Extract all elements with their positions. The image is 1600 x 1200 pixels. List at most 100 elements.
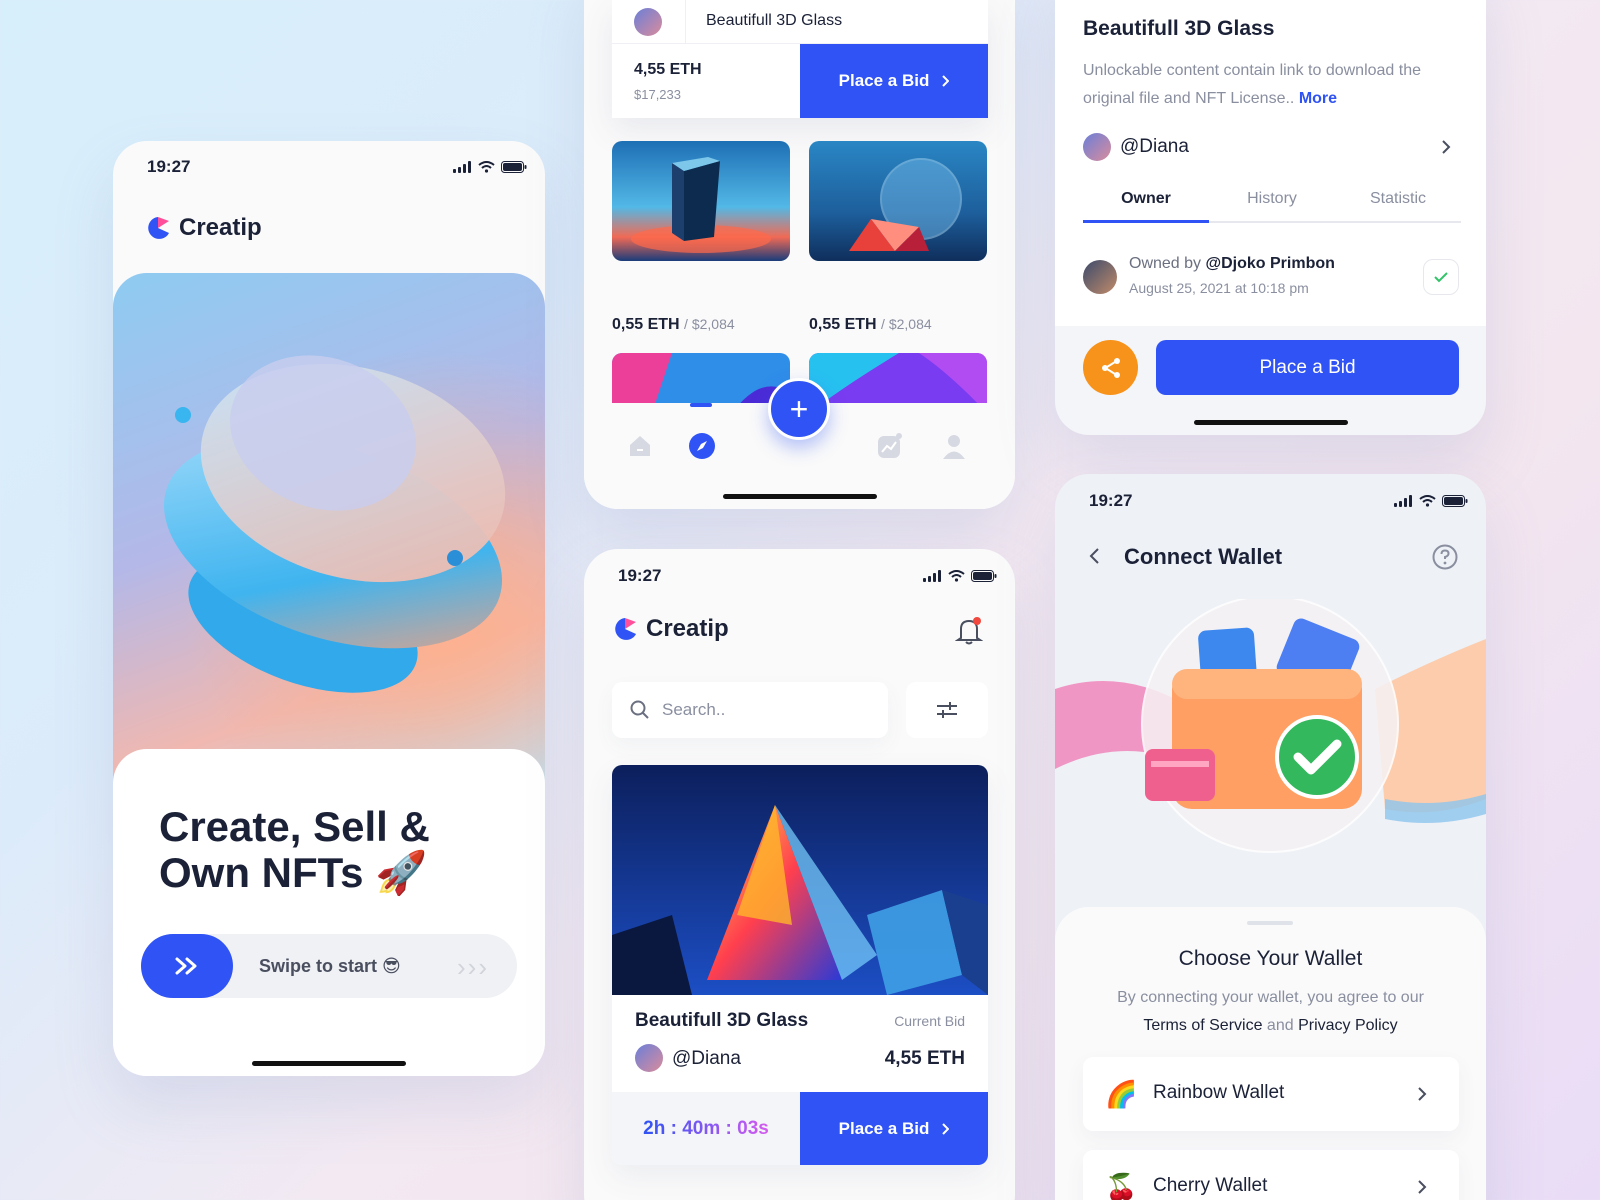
featured-current-bid: 4,55 ETH	[884, 1048, 965, 1069]
brand-logo-icon	[615, 618, 636, 640]
terms-of-service-link[interactable]: Terms of Service	[1143, 1017, 1262, 1034]
countdown-timer: 2h : 40m : 03s	[612, 1092, 800, 1165]
status-time: 19:27	[1089, 491, 1133, 510]
hero-illustration	[113, 273, 545, 783]
sheet-handle[interactable]	[1247, 921, 1293, 925]
detail-description: Unlockable content contain link to downl…	[1083, 62, 1421, 107]
home-screen: 19:27 Creatip Search.. Beautifull 3D Gla…	[584, 549, 1015, 1200]
compass-icon[interactable]	[688, 432, 716, 460]
page-title: Connect Wallet	[1124, 544, 1283, 569]
home-indicator	[252, 1061, 406, 1066]
back-chevron-icon[interactable]	[1088, 546, 1102, 566]
sheet-title: Choose Your Wallet	[1178, 947, 1363, 970]
wallet-name: Cherry Wallet	[1153, 1175, 1268, 1196]
choose-wallet-sheet: Choose Your Wallet By connecting your wa…	[1055, 907, 1486, 1200]
tile-price-1: 0,55 ETH / $2,084	[612, 316, 735, 333]
verified-check	[1423, 259, 1459, 295]
avatar	[635, 1044, 663, 1072]
status-bar: 19:27	[1055, 474, 1486, 534]
add-button[interactable]: +	[768, 378, 830, 440]
swipe-label: Swipe to start 😎	[259, 956, 401, 976]
brand-logo-icon	[148, 217, 169, 239]
featured-creator: @Diana	[672, 1048, 741, 1069]
filter-button[interactable]	[906, 682, 988, 738]
headline: Create, Sell & Own NFTs 🚀	[159, 803, 430, 896]
search-input[interactable]: Search..	[612, 682, 888, 738]
cherry-icon: 🍒	[1105, 1172, 1138, 1200]
sliders-icon	[937, 702, 957, 718]
signal-icon	[453, 161, 471, 173]
glass-discs-image	[163, 355, 506, 693]
detail-title: Beautifull 3D Glass	[1083, 17, 1275, 40]
tab-statistic[interactable]: Statistic	[1335, 190, 1461, 223]
swipe-to-start-slider[interactable]: Swipe to start 😎 ›››	[141, 934, 517, 998]
swipe-knob[interactable]	[141, 934, 233, 998]
chevron-right-icon	[942, 1122, 950, 1135]
owner-date: August 25, 2021 at 10:18 pm	[1129, 280, 1309, 296]
nft-tile-prism[interactable]	[612, 141, 790, 261]
status-bar: 19:27	[584, 549, 1015, 609]
place-bid-button[interactable]: Place a Bid	[800, 44, 988, 118]
search-icon	[630, 700, 649, 719]
brand: Creatip	[612, 615, 729, 643]
swipe-arrows-icon: ›››	[457, 952, 489, 982]
featured-nft-card[interactable]: Beautifull 3D Glass Current Bid @Diana 4…	[612, 765, 988, 1165]
share-button[interactable]	[1083, 340, 1138, 395]
rainbow-icon: 🌈	[1105, 1079, 1138, 1109]
status-time: 19:27	[147, 157, 191, 176]
share-icon	[1101, 357, 1120, 378]
avatar	[1083, 133, 1111, 161]
avatar	[1083, 260, 1117, 294]
chevron-right-icon	[1442, 140, 1451, 154]
wifi-icon	[948, 570, 965, 582]
place-bid-button[interactable]: Place a Bid	[1156, 340, 1459, 395]
featured-title: Beautifull 3D Glass	[635, 1010, 809, 1031]
plus-icon: +	[789, 390, 809, 427]
home-icon[interactable]	[626, 432, 654, 460]
brand: Creatip	[145, 214, 262, 242]
privacy-policy-link[interactable]: Privacy Policy	[1298, 1017, 1398, 1034]
tile-price-2: 0,55 ETH / $2,084	[809, 316, 932, 333]
wallet-option-cherry[interactable]: 🍒 Cherry Wallet	[1083, 1150, 1459, 1200]
nft-tile-sphere[interactable]	[809, 141, 987, 261]
wifi-icon	[1419, 495, 1436, 507]
check-icon	[1434, 272, 1448, 283]
tab-owner[interactable]: Owner	[1083, 190, 1209, 223]
brand-name: Creatip	[179, 214, 262, 241]
creator-handle: @Diana	[1120, 136, 1189, 157]
status-time: 19:27	[618, 566, 662, 585]
more-link[interactable]: More	[1299, 90, 1337, 107]
onboarding-card: Create, Sell & Own NFTs 🚀 Swipe to start…	[113, 749, 545, 1076]
signal-icon	[923, 570, 941, 582]
chevron-right-icon	[1418, 1087, 1427, 1101]
nav-active-indicator	[690, 403, 712, 407]
onboarding-screen: 19:27 Creatip Create, Sell & Own NFTs 🚀 …	[113, 141, 545, 1076]
chart-icon[interactable]	[876, 432, 904, 460]
creator-row[interactable]: @Diana	[1083, 132, 1459, 162]
listing-price-usd: $17,233	[634, 87, 681, 102]
battery-icon	[971, 570, 997, 582]
wallet-name: Rainbow Wallet	[1153, 1082, 1285, 1103]
place-bid-button[interactable]: Place a Bid	[800, 1092, 988, 1165]
browse-screen: Beautifull 3D Glass 4,55 ETH $17,233 Pla…	[584, 0, 1015, 509]
status-bar: 19:27	[113, 141, 545, 201]
current-bid-label: Current Bid	[894, 1013, 965, 1029]
battery-icon	[501, 161, 527, 173]
wifi-icon	[478, 161, 495, 173]
brand-name: Creatip	[646, 615, 729, 642]
countdown-text: 2h : 40m : 03s	[643, 1117, 769, 1139]
avatar	[634, 8, 662, 36]
help-icon[interactable]	[1432, 544, 1458, 570]
listing-price-eth: 4,55 ETH	[634, 61, 702, 78]
user-icon[interactable]	[940, 432, 968, 460]
crystal-pyramid-image	[612, 765, 988, 995]
chevron-right-icon	[942, 75, 950, 87]
home-indicator	[722, 494, 877, 499]
battery-icon	[1442, 495, 1468, 507]
wallet-option-rainbow[interactable]: 🌈 Rainbow Wallet	[1083, 1057, 1459, 1131]
bell-icon[interactable]	[955, 616, 983, 646]
prism-image	[612, 141, 790, 261]
bottom-nav: +	[584, 378, 1015, 509]
tab-history[interactable]: History	[1209, 190, 1335, 223]
listing-card[interactable]: Beautifull 3D Glass 4,55 ETH $17,233 Pla…	[612, 0, 988, 118]
